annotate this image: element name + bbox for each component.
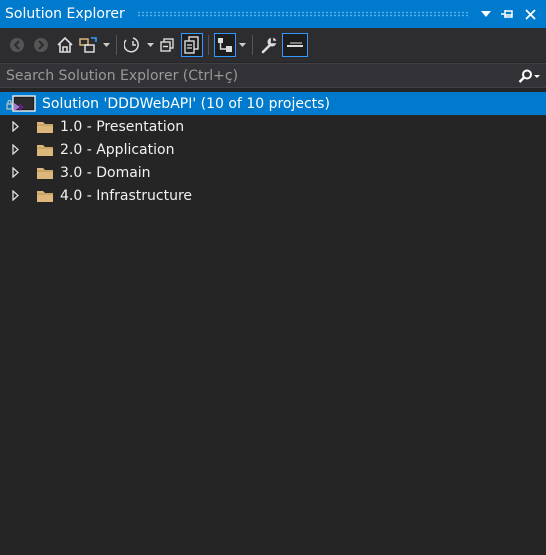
tree-row-solution[interactable]: Solution 'DDDWebAPI' (10 of 10 projects)	[0, 92, 546, 115]
expand-arrow-icon[interactable]	[12, 190, 22, 201]
toolbar-separator	[208, 35, 209, 55]
folder-label: 2.0 - Application	[60, 141, 175, 158]
chevron-down-icon[interactable]	[238, 33, 246, 57]
folder-icon	[37, 190, 53, 202]
expand-arrow-icon[interactable]	[12, 167, 22, 178]
collapse-all-icon[interactable]	[157, 33, 179, 57]
chevron-down-icon[interactable]	[102, 33, 110, 57]
window-position-dropdown-icon[interactable]	[476, 4, 496, 24]
solution-tree: Solution 'DDDWebAPI' (10 of 10 projects)…	[0, 92, 546, 207]
toolbar-separator	[252, 35, 253, 55]
folder-label: 3.0 - Domain	[60, 164, 151, 181]
toolbar	[0, 28, 546, 62]
solution-label: Solution 'DDDWebAPI' (10 of 10 projects)	[42, 95, 330, 112]
back-icon[interactable]	[6, 33, 28, 57]
search-bar	[0, 63, 546, 88]
show-all-files-icon[interactable]	[181, 33, 203, 57]
panel-titlebar: Solution Explorer	[0, 0, 546, 28]
panel-title: Solution Explorer	[5, 6, 125, 22]
preview-selected-items-icon[interactable]	[214, 33, 236, 57]
folder-label: 1.0 - Presentation	[60, 118, 185, 135]
drag-grip[interactable]	[136, 11, 468, 17]
folder-icon	[37, 144, 53, 156]
home-icon[interactable]	[54, 33, 76, 57]
expand-arrow-icon[interactable]	[12, 121, 22, 132]
expand-arrow-icon[interactable]	[12, 144, 22, 155]
folder-label: 4.0 - Infrastructure	[60, 187, 193, 204]
toolbar-separator	[116, 35, 117, 55]
switch-views-icon[interactable]	[78, 33, 100, 57]
chevron-down-icon[interactable]	[146, 33, 154, 57]
preview-pane-icon[interactable]	[282, 33, 308, 57]
tree-row-folder[interactable]: 2.0 - Application	[0, 138, 546, 161]
tree-row-folder[interactable]: 4.0 - Infrastructure	[0, 184, 546, 207]
close-icon[interactable]	[520, 4, 540, 24]
forward-icon[interactable]	[30, 33, 52, 57]
pin-icon[interactable]	[498, 4, 518, 24]
tree-row-folder[interactable]: 3.0 - Domain	[0, 161, 546, 184]
folder-icon	[37, 121, 53, 133]
search-input[interactable]	[0, 66, 512, 85]
properties-wrench-icon[interactable]	[258, 33, 280, 57]
tree-row-folder[interactable]: 1.0 - Presentation	[0, 115, 546, 138]
pending-changes-filter-icon[interactable]	[122, 33, 144, 57]
search-icon[interactable]	[512, 64, 546, 87]
solution-icon	[6, 94, 36, 112]
folder-icon	[37, 167, 53, 179]
